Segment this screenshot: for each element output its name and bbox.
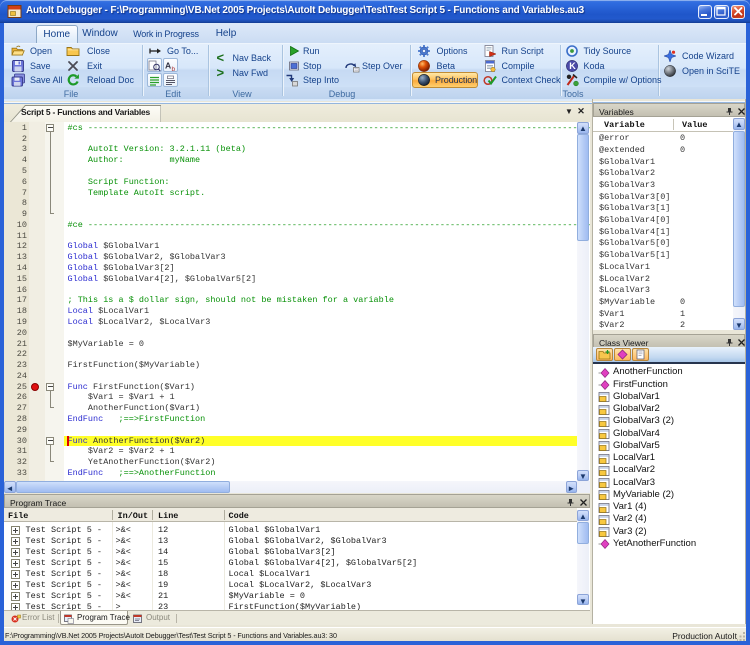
- svg-text:A: A: [165, 60, 171, 70]
- svg-text:b: b: [172, 66, 176, 72]
- svg-text:K: K: [569, 61, 576, 71]
